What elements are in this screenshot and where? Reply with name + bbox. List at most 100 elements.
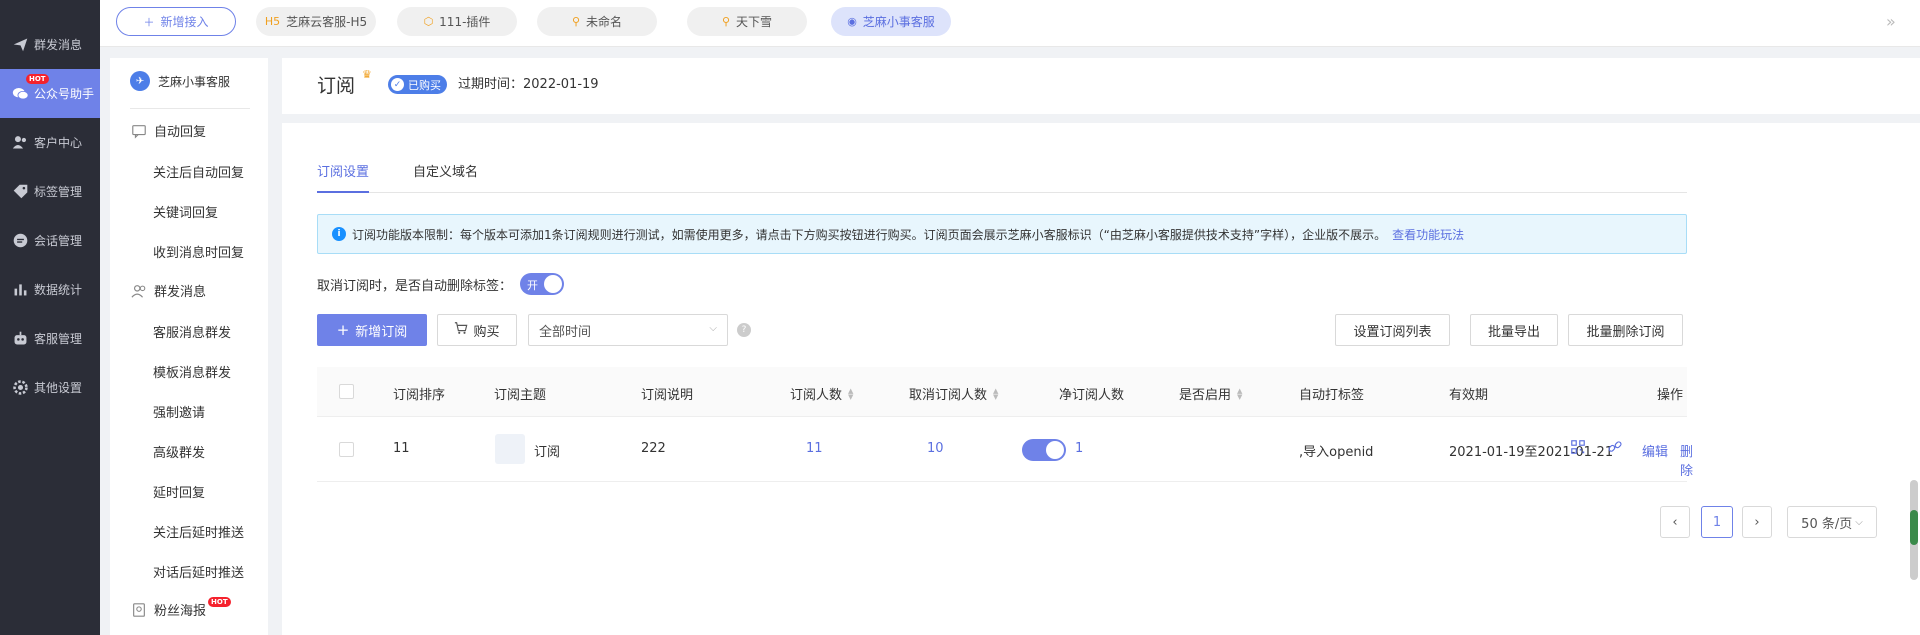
- menu-group-fan-poster[interactable]: 粉丝海报 HOT: [130, 596, 231, 619]
- table-row: 11 订阅 222 11 10 1 ,导入openid 2021-01-19至2…: [317, 418, 1693, 482]
- th-enabled[interactable]: 是否启用 ▲ ▼: [1179, 384, 1242, 403]
- account-logo-icon: ✈: [130, 71, 150, 91]
- nav-label: 客服管理: [34, 332, 83, 346]
- menu-item-message-reply[interactable]: 收到消息时回复: [153, 242, 244, 261]
- auto-delete-tag-label: 取消订阅时，是否自动删除标签：: [317, 278, 513, 294]
- nav-item-official-assistant[interactable]: 公众号助手 HOT: [0, 69, 100, 118]
- notice-text: 订阅功能版本限制：每个版本可添加1条订阅规则进行测试，如需使用更多，请点击下方购…: [352, 227, 1387, 242]
- th-cancelled[interactable]: 取消订阅人数 ▲ ▼: [909, 384, 998, 403]
- nav-item-mass-message[interactable]: 群发消息: [0, 20, 100, 69]
- nav-label: 数据统计: [34, 283, 83, 297]
- cell-cancelled[interactable]: 10: [927, 441, 944, 456]
- nav-label: 公众号助手: [34, 87, 95, 101]
- nav-label: 客户中心: [34, 136, 83, 150]
- wechat-icon: ◉: [847, 15, 857, 28]
- th-auto-tag: 自动打标签: [1299, 388, 1365, 403]
- scrollbar-thumb[interactable]: [1910, 510, 1918, 545]
- nav-item-service-management[interactable]: 客服管理: [0, 314, 100, 363]
- cell-net[interactable]: 1: [1075, 441, 1083, 456]
- menu-item-advanced-mass[interactable]: 高级群发: [153, 442, 205, 461]
- menu-group-auto-reply[interactable]: 自动回复: [130, 121, 206, 140]
- tab-label: 111-插件: [439, 15, 491, 29]
- chevron-down-icon: ⌵: [1855, 516, 1863, 528]
- page-number-button[interactable]: 1: [1701, 506, 1733, 538]
- menu-group-label: 自动回复: [154, 125, 207, 140]
- menu-item-delay-reply[interactable]: 延时回复: [153, 482, 205, 501]
- settings-tabs: 订阅设置 自定义域名: [317, 159, 1687, 193]
- chat-icon: [10, 231, 30, 251]
- th-subscribers[interactable]: 订阅人数 ▲ ▼: [790, 384, 853, 403]
- buy-button[interactable]: 购买: [437, 314, 517, 346]
- prev-page-button[interactable]: ‹: [1660, 506, 1690, 538]
- page-header: 订阅 ♛ ✓ 已购买 过期时间：2022-01-19: [282, 58, 1920, 114]
- menu-group-mass-message[interactable]: 群发消息: [130, 281, 206, 300]
- tab-custom-domain[interactable]: 自定义域名: [413, 161, 478, 193]
- next-page-button[interactable]: ›: [1742, 506, 1772, 538]
- edit-link[interactable]: 编辑: [1642, 441, 1668, 460]
- auto-delete-tag-switch[interactable]: 开: [520, 273, 565, 295]
- account-name: 芝麻小事客服: [158, 74, 231, 89]
- time-range-select[interactable]: 全部时间 ⌵: [528, 314, 728, 346]
- crown-icon: ♛: [362, 68, 372, 81]
- link-icon[interactable]: [1607, 439, 1625, 457]
- nav-item-other-settings[interactable]: 其他设置: [0, 363, 100, 412]
- double-chevron-right-icon[interactable]: »: [1886, 12, 1896, 31]
- cart-icon: [454, 321, 468, 339]
- account-header[interactable]: ✈ 芝麻小事客服: [130, 71, 230, 91]
- tab-plugin[interactable]: ⬡ 111-插件: [397, 7, 517, 36]
- wechat-icon: [10, 84, 30, 104]
- tab-h5[interactable]: H5 芝麻云客服-H5: [256, 7, 376, 36]
- table-header: 订阅排序 订阅主题 订阅说明 订阅人数 ▲ ▼ 取消订阅人数 ▲ ▼ 净订阅人数 是否启…: [317, 367, 1687, 417]
- purchased-badge: ✓ 已购买: [388, 75, 447, 94]
- add-subscription-button[interactable]: + 新增订阅: [317, 314, 427, 346]
- row-checkbox[interactable]: [339, 442, 354, 457]
- send-icon: [10, 35, 30, 55]
- check-icon: ✓: [391, 78, 404, 91]
- hot-badge: HOT: [208, 596, 231, 607]
- tab-label: 天下雪: [736, 15, 773, 29]
- nav-label: 会话管理: [34, 234, 83, 248]
- plus-icon: ＋: [143, 15, 155, 29]
- tab-zhima-service[interactable]: ◉ 芝麻小事客服: [831, 7, 951, 36]
- button-label: 购买: [473, 324, 500, 340]
- menu-item-chat-delay-push[interactable]: 对话后延时推送: [153, 562, 244, 581]
- help-icon[interactable]: ?: [737, 323, 751, 337]
- batch-export-button[interactable]: 批量导出: [1470, 314, 1558, 346]
- topic-thumbnail: [495, 434, 525, 464]
- menu-item-follow-delay-push[interactable]: 关注后延时推送: [153, 522, 244, 541]
- nav-item-customer-center[interactable]: 客户中心: [0, 118, 100, 167]
- menu-group-label: 群发消息: [154, 285, 207, 300]
- qrcode-icon[interactable]: [1570, 439, 1588, 457]
- batch-delete-button[interactable]: 批量删除订阅: [1568, 314, 1683, 346]
- page-size-select[interactable]: 50 条/页 ⌵: [1787, 506, 1877, 538]
- menu-item-follow-reply[interactable]: 关注后自动回复: [153, 162, 244, 181]
- bar-chart-icon: [10, 280, 30, 300]
- switch-knob: [1046, 441, 1064, 459]
- menu-item-keyword-reply[interactable]: 关键词回复: [153, 202, 218, 221]
- plus-icon: +: [336, 321, 350, 339]
- add-access-button[interactable]: ＋ 新增接入: [116, 7, 236, 36]
- enabled-switch[interactable]: [1022, 439, 1066, 461]
- menu-item-service-mass[interactable]: 客服消息群发: [153, 322, 231, 341]
- cell-validity: 2021-01-19至2021-01-21: [1449, 445, 1614, 460]
- tab-tianxiaxue[interactable]: ⚲ 天下雪: [687, 7, 807, 36]
- nav-item-statistics[interactable]: 数据统计: [0, 265, 100, 314]
- nav-item-session-management[interactable]: 会话管理: [0, 216, 100, 265]
- cell-subscribers[interactable]: 11: [806, 441, 823, 456]
- tab-unnamed[interactable]: ⚲ 未命名: [537, 7, 657, 36]
- main-panel: 订阅设置 自定义域名 i 订阅功能版本限制：每个版本可添加1条订阅规则进行测试，…: [282, 123, 1920, 635]
- message-square-icon: [130, 122, 148, 140]
- delete-link[interactable]: 删除: [1680, 441, 1693, 479]
- view-feature-link[interactable]: 查看功能玩法: [1392, 226, 1464, 243]
- tag-icon: [10, 182, 30, 202]
- menu-item-template-mass[interactable]: 模板消息群发: [153, 362, 231, 381]
- set-subscription-list-button[interactable]: 设置订阅列表: [1335, 314, 1450, 346]
- select-all-checkbox[interactable]: [339, 384, 354, 399]
- expire-time: 过期时间：2022-01-19: [458, 77, 599, 92]
- purchased-label: 已购买: [408, 78, 441, 92]
- chevron-down-icon: ⌵: [709, 323, 717, 334]
- nav-item-tag-management[interactable]: 标签管理: [0, 167, 100, 216]
- switch-text: 开: [527, 279, 539, 292]
- tab-subscription-settings[interactable]: 订阅设置: [317, 161, 370, 193]
- menu-item-force-invite[interactable]: 强制邀请: [153, 402, 205, 421]
